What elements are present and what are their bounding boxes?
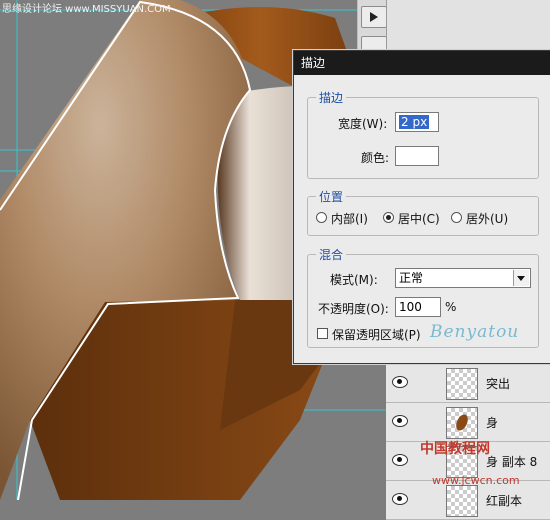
width-field[interactable]: 2 px bbox=[395, 112, 439, 132]
layer-name: 身 副本 8 bbox=[486, 455, 538, 469]
radio-inside[interactable] bbox=[316, 212, 327, 223]
stroke-legend: 描边 bbox=[316, 89, 347, 106]
position-group: 位置 内部(I) 居中(C) 居外(U) bbox=[307, 188, 539, 236]
watermark-bottom: 中国教程网 bbox=[420, 441, 490, 457]
watermark-bottom-url: www.jcwcn.com bbox=[432, 474, 520, 487]
mode-dropdown[interactable]: 正常 bbox=[395, 268, 531, 288]
layer-row[interactable]: 突出 bbox=[386, 364, 550, 403]
layer-name: 突出 bbox=[486, 377, 511, 391]
play-icon bbox=[370, 12, 378, 22]
position-legend: 位置 bbox=[316, 188, 347, 205]
preserve-transparency-label[interactable]: 保留透明区域(P) bbox=[332, 326, 421, 343]
radio-center-label[interactable]: 居中(C) bbox=[398, 210, 440, 227]
layer-thumbnail bbox=[446, 368, 478, 400]
layer-thumbnail bbox=[446, 407, 478, 439]
benyatou-logo: Benyatou bbox=[430, 322, 520, 342]
mode-label: 模式(M): bbox=[330, 273, 378, 287]
radio-outside[interactable] bbox=[451, 212, 462, 223]
eye-icon[interactable] bbox=[392, 454, 408, 466]
blend-legend: 混合 bbox=[316, 246, 347, 263]
opacity-unit: % bbox=[445, 300, 457, 314]
stroke-group: 描边 宽度(W): 2 px 颜色: bbox=[307, 89, 539, 179]
eye-icon[interactable] bbox=[392, 493, 408, 505]
radio-inside-label[interactable]: 内部(I) bbox=[331, 210, 368, 227]
watermark-top: 思缘设计论坛 www.MISSYUAN.COM bbox=[2, 4, 171, 15]
opacity-field[interactable]: 100 bbox=[395, 297, 441, 317]
mode-value: 正常 bbox=[399, 271, 424, 285]
play-action-button[interactable] bbox=[361, 6, 387, 28]
stroke-dialog: 描边 描边 宽度(W): 2 px 颜色: 位置 内部(I) 居中(C) 居外(… bbox=[293, 50, 550, 364]
eye-icon[interactable] bbox=[392, 376, 408, 388]
opacity-value: 100 bbox=[399, 300, 422, 314]
opacity-label: 不透明度(O): bbox=[318, 302, 389, 316]
radio-outside-label[interactable]: 居外(U) bbox=[466, 210, 508, 227]
layer-thumbnail bbox=[446, 485, 478, 517]
radio-center[interactable] bbox=[383, 212, 394, 223]
preserve-transparency-checkbox[interactable] bbox=[317, 328, 328, 339]
layer-name: 红副本 bbox=[486, 494, 523, 508]
dialog-title[interactable]: 描边 bbox=[294, 51, 550, 75]
width-label: 宽度(W): bbox=[338, 117, 388, 131]
layer-shape-icon bbox=[453, 412, 471, 433]
width-value: 2 px bbox=[399, 115, 430, 129]
color-label: 颜色: bbox=[361, 151, 390, 165]
layer-name: 身 bbox=[486, 416, 499, 430]
color-swatch[interactable] bbox=[395, 146, 439, 166]
eye-icon[interactable] bbox=[392, 415, 408, 427]
layer-row[interactable]: 身 bbox=[386, 403, 550, 442]
chevron-down-icon[interactable] bbox=[513, 270, 529, 286]
